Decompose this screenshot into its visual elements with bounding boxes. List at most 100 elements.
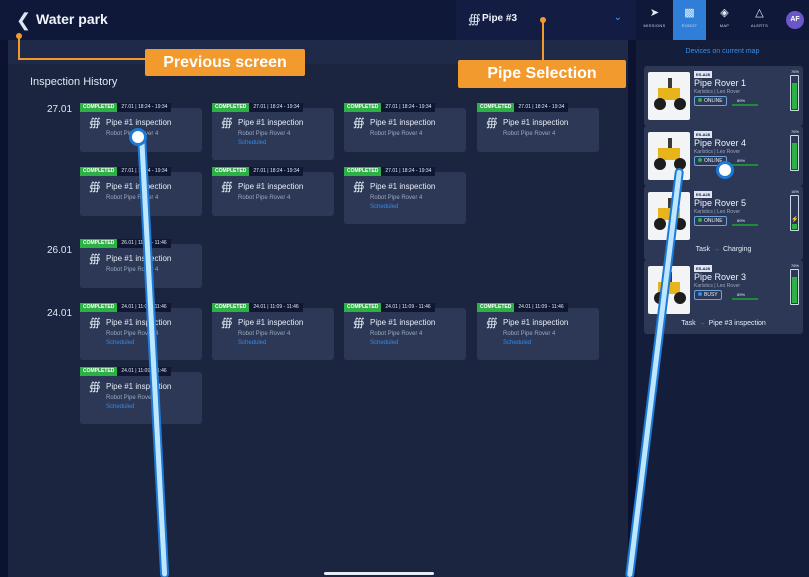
battery-bar bbox=[732, 164, 758, 166]
app-root: ❮ Water park ∰ Pipe #3 ⌄ ➤ MISSIONS ▩ RO… bbox=[0, 0, 809, 577]
tab-robot[interactable]: ▩ ROBOT bbox=[673, 0, 706, 40]
inspection-card[interactable]: COMPLETED27.01 | 18:24 - 19:34 ∰ Pipe #1 i… bbox=[477, 103, 599, 152]
card-task-name: Pipe #1 inspection bbox=[370, 182, 436, 191]
status-badge: COMPLETED bbox=[80, 167, 118, 176]
battery-gauge-icon bbox=[790, 135, 799, 171]
pipe-icon: ∰ bbox=[486, 317, 498, 329]
chevron-down-icon[interactable]: ⌄ bbox=[614, 12, 622, 23]
inspection-card[interactable]: COMPLETED 24.01 | 11:09 - 11:46 ∰ Pipe #1 i… bbox=[477, 303, 599, 360]
pipe-icon: ∰ bbox=[221, 181, 233, 193]
device-name: Pipe Rover 3 bbox=[694, 272, 747, 282]
avatar[interactable]: AF bbox=[786, 11, 804, 29]
inspection-card[interactable]: COMPLETED27.01 | 18:24 - 19:34 ∰ Pipe #1 i… bbox=[344, 167, 466, 224]
status-badge: COMPLETED bbox=[80, 103, 118, 112]
annotation-line bbox=[18, 36, 20, 60]
status-badge: COMPLETED bbox=[212, 103, 250, 112]
touch-point bbox=[719, 164, 731, 176]
card-header: COMPLETED 24.01 | 11:09 - 11:46 bbox=[80, 303, 171, 312]
device-subtitle: Karlstics | Leo Rover bbox=[694, 283, 741, 289]
card-header: COMPLETED 24.01 | 11:09 - 11:46 bbox=[80, 367, 171, 376]
devices-title: Devices on current map bbox=[685, 48, 760, 55]
pipe-icon: ∰ bbox=[221, 117, 233, 129]
status-badge: BUSY bbox=[694, 290, 722, 300]
card-robot: Robot Pipe Rover 4 bbox=[238, 331, 291, 337]
device-task: Task → Pipe #3 inspection bbox=[644, 320, 803, 327]
battery-percent: 76% bbox=[790, 69, 799, 74]
pipe-icon: ∰ bbox=[468, 12, 481, 26]
inspection-card[interactable]: COMPLETED 24.01 | 11:09 - 11:46 ∰ Pipe #1 i… bbox=[80, 367, 202, 424]
status-badge: COMPLETED bbox=[344, 103, 382, 112]
callout-pipe-selection: Pipe Selection bbox=[458, 60, 626, 88]
arrow-right-icon: → bbox=[712, 246, 720, 253]
task-value: Charging bbox=[722, 246, 752, 253]
inspection-card[interactable]: COMPLETED 24.01 | 11:09 - 11:46 ∰ Pipe #1 i… bbox=[80, 303, 202, 360]
status-dot-icon bbox=[698, 158, 702, 162]
pipe-selector[interactable]: ∰ Pipe #3 ⌄ bbox=[456, 0, 636, 40]
device-code: ES-A28 bbox=[694, 265, 713, 272]
device-code: ES-A28 bbox=[694, 71, 713, 78]
tab-missions-label: MISSIONS bbox=[643, 23, 666, 28]
callout-previous-screen: Previous screen bbox=[145, 49, 305, 76]
home-indicator[interactable] bbox=[324, 572, 434, 575]
touch-point bbox=[132, 131, 144, 143]
card-robot: Robot Pipe Rover 4 bbox=[370, 331, 423, 337]
card-header: COMPLETED27.01 | 18:24 - 19:34 bbox=[212, 167, 304, 176]
pipe-icon: ∰ bbox=[486, 117, 498, 129]
card-scheduled: Scheduled bbox=[370, 340, 399, 346]
card-task-name: Pipe #1 inspection bbox=[503, 118, 569, 127]
inspection-card[interactable]: COMPLETED27.01 | 18:24 - 19:34 ∰ Pipe #1 i… bbox=[212, 103, 334, 160]
tab-missions[interactable]: ➤ MISSIONS bbox=[638, 0, 671, 40]
status-badge: COMPLETED bbox=[80, 303, 118, 312]
pipe-selector-label: Pipe #3 bbox=[482, 13, 518, 24]
card-time: 27.01 | 18:24 - 19:34 bbox=[381, 167, 436, 176]
card-header: COMPLETED27.01 | 18:24 - 19:34 bbox=[344, 103, 436, 112]
card-header: COMPLETED27.01 | 18:24 - 19:34 bbox=[80, 167, 172, 176]
status-text: ONLINE bbox=[704, 218, 723, 224]
status-text: ONLINE bbox=[704, 158, 723, 164]
card-task-name: Pipe #1 inspection bbox=[370, 118, 436, 127]
status-text: BUSY bbox=[704, 292, 718, 298]
date-label: 27.01 bbox=[47, 104, 73, 115]
card-time: 24.01 | 11:09 - 11:46 bbox=[381, 303, 435, 312]
card-task-name: Pipe #1 inspection bbox=[370, 318, 436, 327]
status-dot-icon bbox=[698, 292, 702, 296]
arrow-right-icon: → bbox=[698, 320, 706, 327]
robot-image bbox=[648, 72, 690, 120]
card-robot: Robot Pipe Rover 4 bbox=[106, 395, 159, 401]
inspection-card[interactable]: COMPLETED 24.01 | 11:09 - 11:46 ∰ Pipe #1 i… bbox=[344, 303, 466, 360]
status-badge: COMPLETED bbox=[212, 167, 250, 176]
card-scheduled: Scheduled bbox=[238, 340, 267, 346]
card-task-name: Pipe #1 inspection bbox=[106, 382, 172, 391]
card-robot: Robot Pipe Rover 4 bbox=[370, 195, 423, 201]
card-robot: Robot Pipe Rover 4 bbox=[238, 131, 291, 137]
battery-gauge-icon bbox=[790, 75, 799, 111]
date-label: 24.01 bbox=[47, 308, 73, 319]
card-robot: Robot Pipe Rover 4 bbox=[503, 331, 556, 337]
card-header: COMPLETED27.01 | 18:24 - 19:34 bbox=[80, 103, 172, 112]
card-time: 27.01 | 18:24 - 19:34 bbox=[249, 103, 304, 112]
card-scheduled: Scheduled bbox=[106, 340, 135, 346]
status-dot-icon bbox=[698, 98, 702, 102]
card-robot: Robot Pipe Rover 4 bbox=[238, 195, 291, 201]
card-robot: Robot Pipe Rover 4 bbox=[503, 131, 556, 137]
tab-map-label: MAP bbox=[719, 23, 730, 28]
task-label: Task bbox=[695, 246, 710, 253]
tab-alerts[interactable]: △ ALERTS bbox=[743, 0, 776, 40]
card-header: COMPLETED27.01 | 18:24 - 19:34 bbox=[212, 103, 304, 112]
device-card[interactable]: ES-A28 Pipe Rover 1 Karlstics | Leo Rover O… bbox=[644, 66, 803, 126]
robot-image bbox=[648, 132, 690, 180]
device-card[interactable]: ES-A28 Pipe Rover 4 Karlstics | Leo Rover O… bbox=[644, 126, 803, 186]
inspection-card[interactable]: COMPLETED27.01 | 18:24 - 19:34 ∰ Pipe #1 i… bbox=[212, 167, 334, 216]
tab-robot-label: ROBOT bbox=[681, 23, 698, 28]
inspection-card[interactable]: COMPLETED27.01 | 18:24 - 19:34 ∰ Pipe #1 i… bbox=[344, 103, 466, 152]
right-nav: ➤ MISSIONS ▩ ROBOT ◈ MAP △ ALERTS AF bbox=[636, 0, 809, 40]
tab-map[interactable]: ◈ MAP bbox=[708, 0, 741, 40]
battery-value: 89% bbox=[737, 158, 746, 163]
chevron-left-icon[interactable]: ❮ bbox=[16, 11, 32, 29]
annotation-line bbox=[542, 20, 544, 61]
inspection-card[interactable]: COMPLETED26.01 | 11:09 - 11:46 ∰ Pipe #1 i… bbox=[80, 239, 202, 288]
pipe-icon: ∰ bbox=[353, 181, 365, 193]
status-badge: COMPLETED bbox=[344, 167, 382, 176]
status-badge: COMPLETED bbox=[477, 103, 515, 112]
inspection-card[interactable]: COMPLETED 24.01 | 11:09 - 11:46 ∰ Pipe #1 i… bbox=[212, 303, 334, 360]
